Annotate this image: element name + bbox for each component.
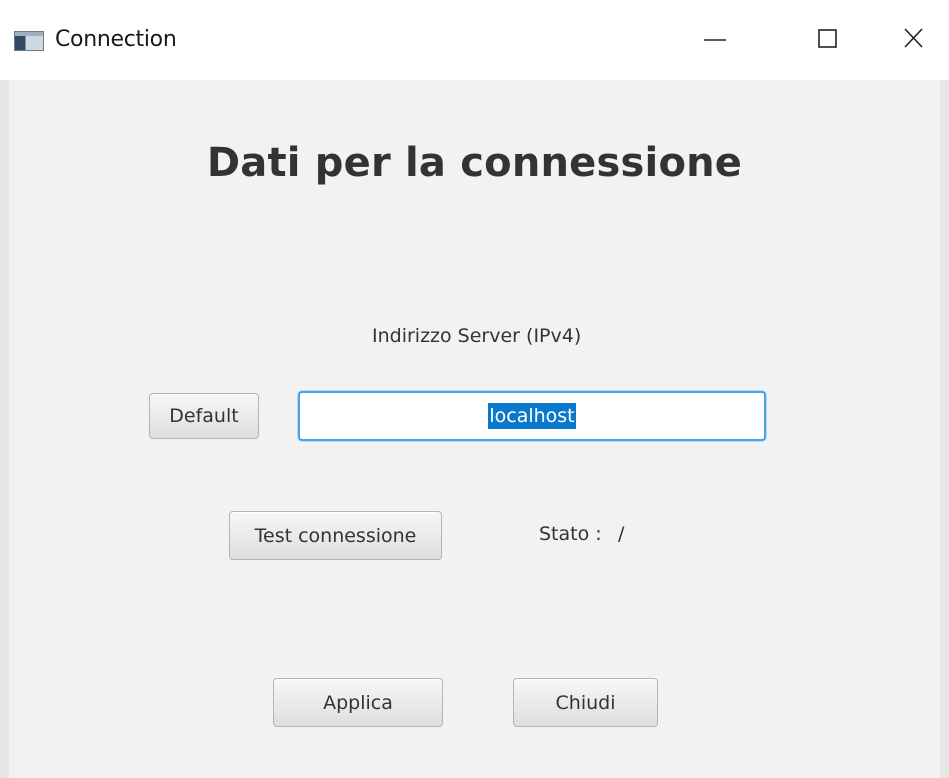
- server-address-value: localhost: [488, 403, 576, 429]
- server-address-input[interactable]: localhost: [298, 391, 766, 441]
- minimize-icon: [704, 39, 726, 41]
- apply-button[interactable]: Applica: [273, 678, 443, 727]
- close-window-button[interactable]: [859, 0, 949, 80]
- window-title: Connection: [55, 27, 177, 52]
- app-window-icon: [14, 31, 44, 51]
- minimize-button[interactable]: [671, 0, 761, 80]
- status-label: Stato :: [539, 523, 602, 545]
- maximize-icon: [818, 29, 837, 48]
- title-bar[interactable]: Connection: [0, 0, 949, 80]
- close-button[interactable]: Chiudi: [513, 678, 658, 727]
- page-title: Dati per la connessione: [206, 140, 743, 186]
- default-address-button[interactable]: Default: [149, 393, 259, 439]
- maximize-button[interactable]: [771, 0, 861, 80]
- close-icon: [904, 28, 923, 48]
- test-connection-button[interactable]: Test connessione: [229, 511, 442, 560]
- status-value: /: [618, 523, 625, 545]
- server-address-label: Indirizzo Server (IPv4): [372, 325, 582, 347]
